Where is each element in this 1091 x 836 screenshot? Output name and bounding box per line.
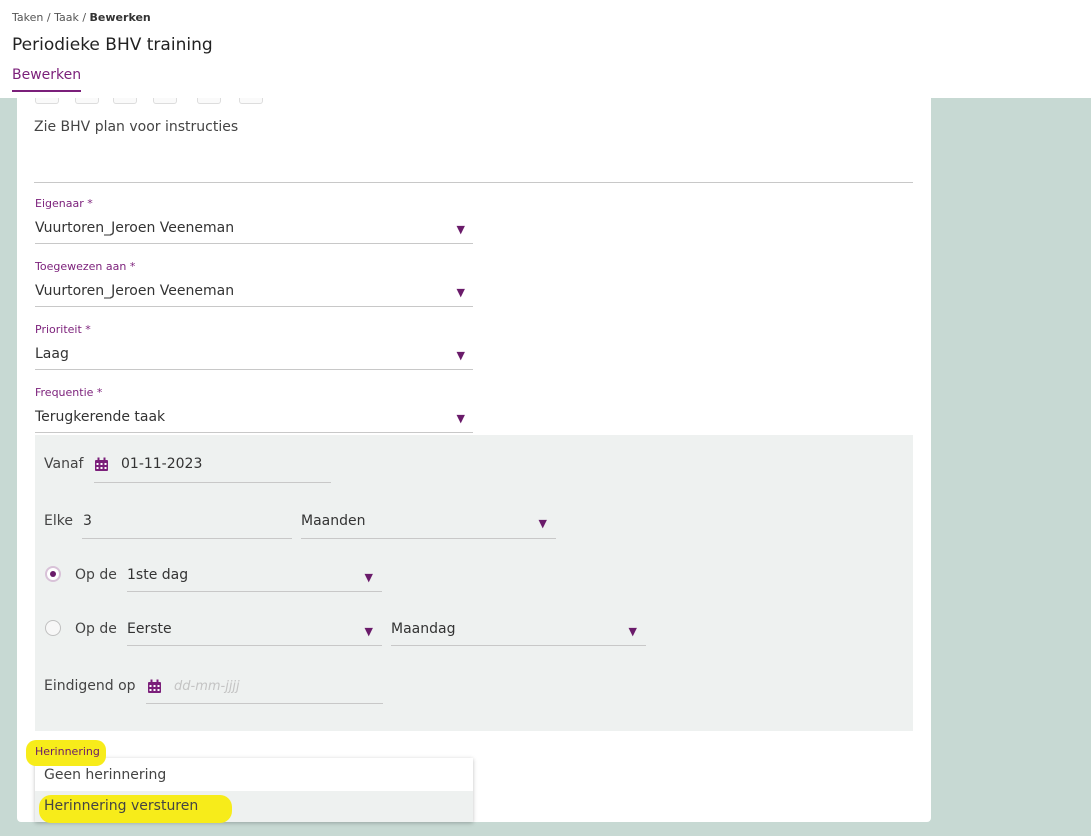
caret-down-icon: ▼ (364, 571, 373, 584)
breadcrumb-taak[interactable]: Taak (54, 11, 79, 24)
priority-value: Laag (35, 346, 69, 362)
page-header: Taken / Taak / Bewerken Periodieke BHV t… (0, 0, 1091, 98)
priority-select[interactable]: Laag ▼ (35, 343, 473, 370)
radio-on-weekday[interactable] (45, 620, 61, 636)
from-label: Vanaf (44, 456, 84, 472)
breadcrumb-taken[interactable]: Taken (12, 11, 43, 24)
owner-value: Vuurtoren_Jeroen Veeneman (35, 220, 235, 236)
weekday-value: Maandag (391, 621, 456, 637)
weekday-select[interactable]: Maandag ▼ (391, 618, 646, 646)
frequency-select[interactable]: Terugkerende taak ▼ (35, 406, 473, 433)
breadcrumb-separator: / (46, 11, 51, 24)
breadcrumb: Taken / Taak / Bewerken (12, 11, 151, 24)
ordinal-select[interactable]: Eerste ▼ (127, 618, 382, 646)
frequency-value: Terugkerende taak (35, 409, 166, 425)
from-date-input[interactable]: 01-11-2023 (121, 456, 202, 472)
calendar-icon[interactable] (147, 679, 162, 694)
priority-label: Prioriteit * (35, 323, 91, 336)
ordinal-value: Eerste (127, 621, 172, 637)
caret-down-icon: ▼ (456, 412, 465, 425)
every-underline (82, 538, 292, 539)
unit-value: Maanden (301, 513, 366, 529)
assigned-select[interactable]: Vuurtoren_Jeroen Veeneman ▼ (35, 280, 473, 307)
reminder-dropdown: Geen herinnering Herinnering versturen (35, 758, 473, 823)
every-label: Elke (44, 513, 73, 529)
caret-down-icon: ▼ (456, 286, 465, 299)
calendar-icon[interactable] (94, 457, 109, 472)
from-date-underline (94, 482, 331, 483)
reminder-label: Herinnering (35, 745, 100, 758)
caret-down-icon: ▼ (456, 349, 465, 362)
owner-select[interactable]: Vuurtoren_Jeroen Veeneman ▼ (35, 217, 473, 244)
day-select[interactable]: 1ste dag ▼ (127, 564, 382, 592)
end-date-underline (146, 703, 383, 704)
breadcrumb-current: Bewerken (89, 11, 151, 24)
on-weekday-label: Op de (75, 621, 117, 637)
description-underline (34, 182, 913, 183)
reminder-option-send[interactable]: Herinnering versturen (35, 791, 473, 823)
caret-down-icon: ▼ (628, 625, 637, 638)
tab-bewerken[interactable]: Bewerken (12, 67, 82, 92)
breadcrumb-separator: / (82, 11, 87, 24)
reminder-option-label: Geen herinnering (44, 767, 167, 783)
caret-down-icon: ▼ (538, 517, 547, 530)
frequency-label: Frequentie * (35, 386, 103, 399)
on-day-label: Op de (75, 567, 117, 583)
recurrence-panel: Vanaf 01-11-2023 Elke 3 Maanden ▼ Op de … (35, 435, 913, 731)
caret-down-icon: ▼ (364, 625, 373, 638)
end-date-input[interactable]: dd-mm-jjjj (174, 679, 240, 694)
owner-label: Eigenaar * (35, 197, 93, 210)
caret-down-icon: ▼ (456, 223, 465, 236)
assigned-value: Vuurtoren_Jeroen Veeneman (35, 283, 235, 299)
page-title: Periodieke BHV training (12, 35, 213, 55)
radio-on-day[interactable] (45, 566, 61, 582)
end-label: Eindigend op (44, 678, 136, 694)
description-text[interactable]: Zie BHV plan voor instructies (34, 119, 238, 135)
unit-select[interactable]: Maanden ▼ (301, 510, 556, 539)
assigned-label: Toegewezen aan * (35, 260, 136, 273)
reminder-option-label: Herinnering versturen (44, 798, 199, 814)
day-value: 1ste dag (127, 567, 189, 583)
every-input[interactable]: 3 (83, 513, 92, 529)
